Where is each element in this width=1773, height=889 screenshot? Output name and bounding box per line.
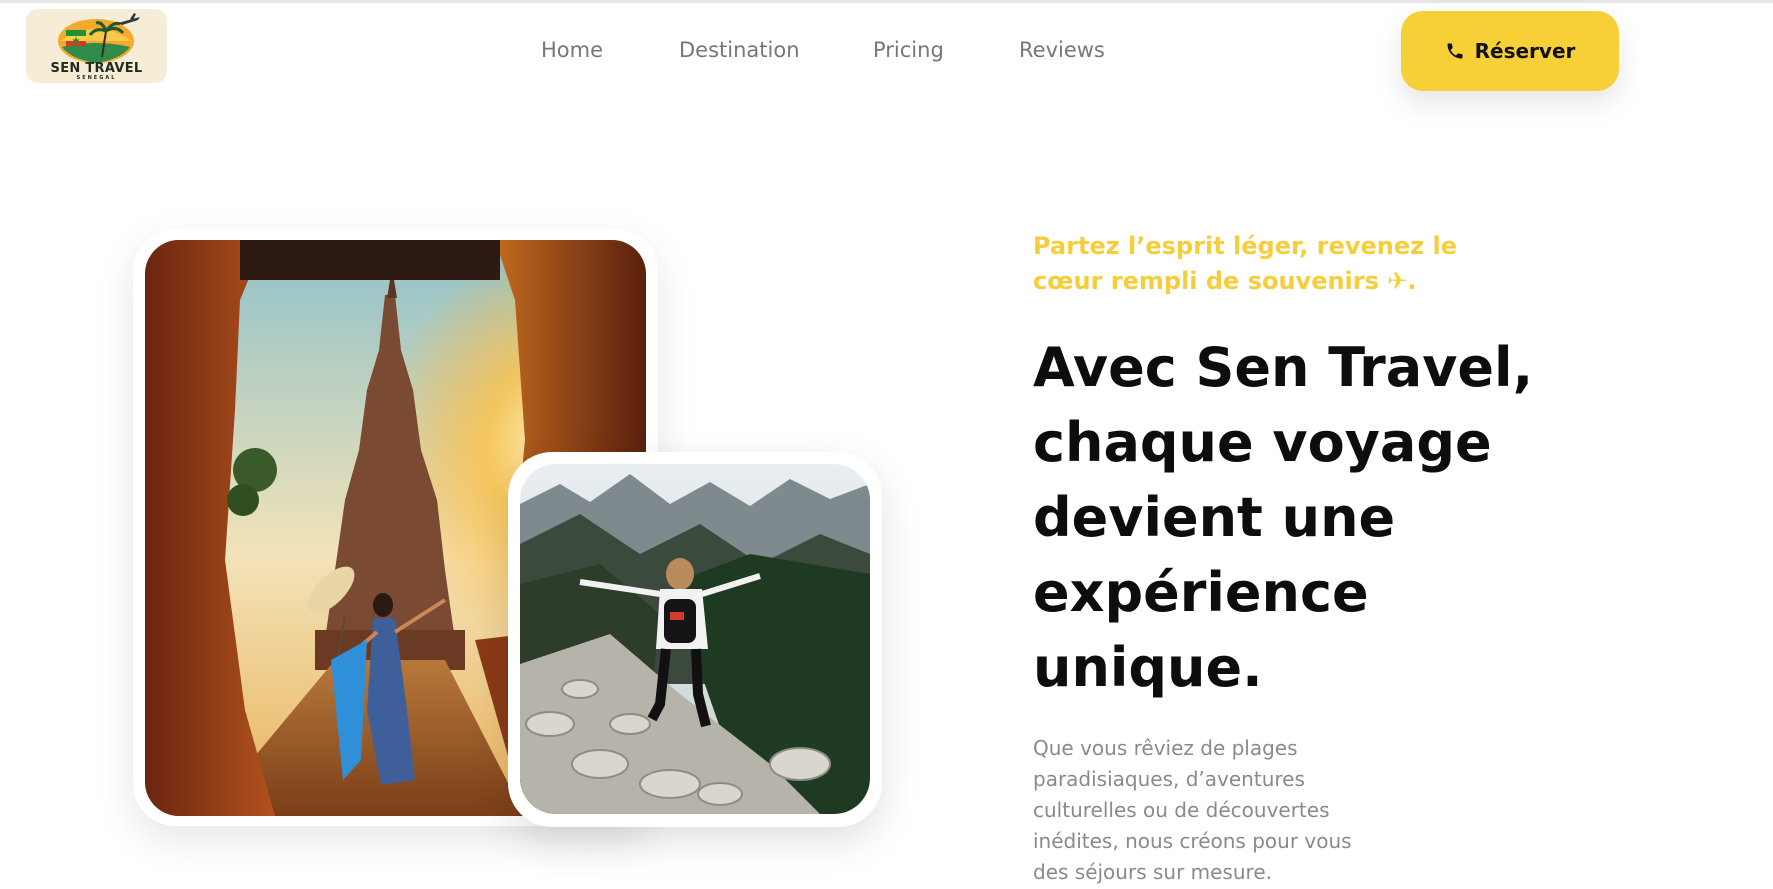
nav-pricing[interactable]: Pricing — [873, 38, 944, 62]
hero-image-card-small — [508, 452, 882, 827]
logo-name: SEN TRAVEL — [50, 61, 143, 76]
mountain-hiker-photo — [520, 464, 870, 814]
mountain-hiker-illustration — [520, 464, 870, 814]
logo[interactable]: SEN TRAVEL SENEGAL — [26, 9, 167, 83]
nav-destination[interactable]: Destination — [679, 38, 800, 62]
top-border — [0, 0, 1773, 3]
phone-icon — [1447, 43, 1463, 59]
logo-subtitle: SENEGAL — [76, 75, 117, 81]
nav-home[interactable]: Home — [541, 38, 603, 62]
reserve-button-label: Réserver — [1474, 39, 1576, 63]
reserve-button[interactable]: Réserver — [1401, 11, 1619, 91]
nav-reviews[interactable]: Reviews — [1019, 38, 1105, 62]
hero-tagline: Partez l’esprit léger, revenez le cœur r… — [1033, 232, 1457, 295]
hero-description: Que vous rêviez de plages paradisiaques,… — [1033, 736, 1352, 884]
hero-headline: Avec Sen Travel, chaque voyage devient u… — [1033, 336, 1534, 699]
